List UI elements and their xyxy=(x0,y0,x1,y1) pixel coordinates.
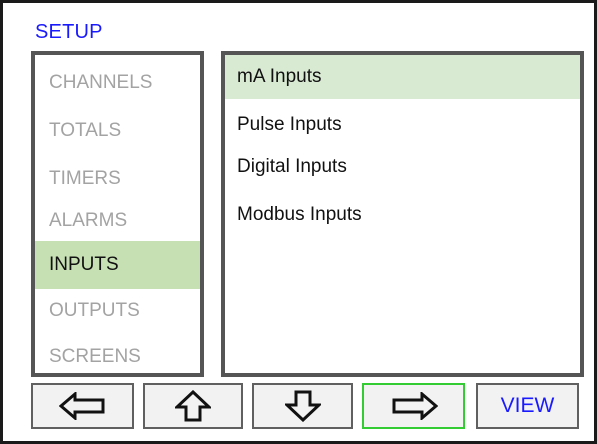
left-button[interactable] xyxy=(31,383,134,429)
arrow-up-icon xyxy=(175,390,211,422)
menu-item-totals[interactable]: TOTALS xyxy=(35,107,200,155)
down-button[interactable] xyxy=(252,383,353,429)
view-button[interactable]: VIEW xyxy=(476,383,579,429)
arrow-left-icon xyxy=(58,392,104,420)
up-button[interactable] xyxy=(143,383,243,429)
menu-item-alarms[interactable]: ALARMS xyxy=(35,197,200,245)
page-title: SETUP xyxy=(35,21,103,43)
right-button[interactable] xyxy=(362,383,465,429)
menu-item-channels[interactable]: CHANNELS xyxy=(35,59,200,107)
option-digital-inputs[interactable]: Digital Inputs xyxy=(225,145,580,189)
options-panel: mA Inputs Pulse Inputs Digital Inputs Mo… xyxy=(221,51,584,377)
option-pulse-inputs[interactable]: Pulse Inputs xyxy=(225,103,580,147)
menu-item-screens[interactable]: SCREENS xyxy=(35,333,200,381)
menu-panel: CHANNELS TOTALS TIMERS ALARMS INPUTS OUT… xyxy=(31,51,204,377)
arrow-right-icon xyxy=(392,392,438,420)
view-button-label: VIEW xyxy=(500,394,555,417)
device-screen: SETUP CHANNELS TOTALS TIMERS ALARMS INPU… xyxy=(0,0,597,444)
menu-item-outputs[interactable]: OUTPUTS xyxy=(35,287,200,335)
menu-item-inputs[interactable]: INPUTS xyxy=(35,241,200,289)
arrow-down-icon xyxy=(284,390,321,422)
option-ma-inputs[interactable]: mA Inputs xyxy=(225,55,580,99)
option-modbus-inputs[interactable]: Modbus Inputs xyxy=(225,193,580,237)
menu-item-timers[interactable]: TIMERS xyxy=(35,155,200,203)
